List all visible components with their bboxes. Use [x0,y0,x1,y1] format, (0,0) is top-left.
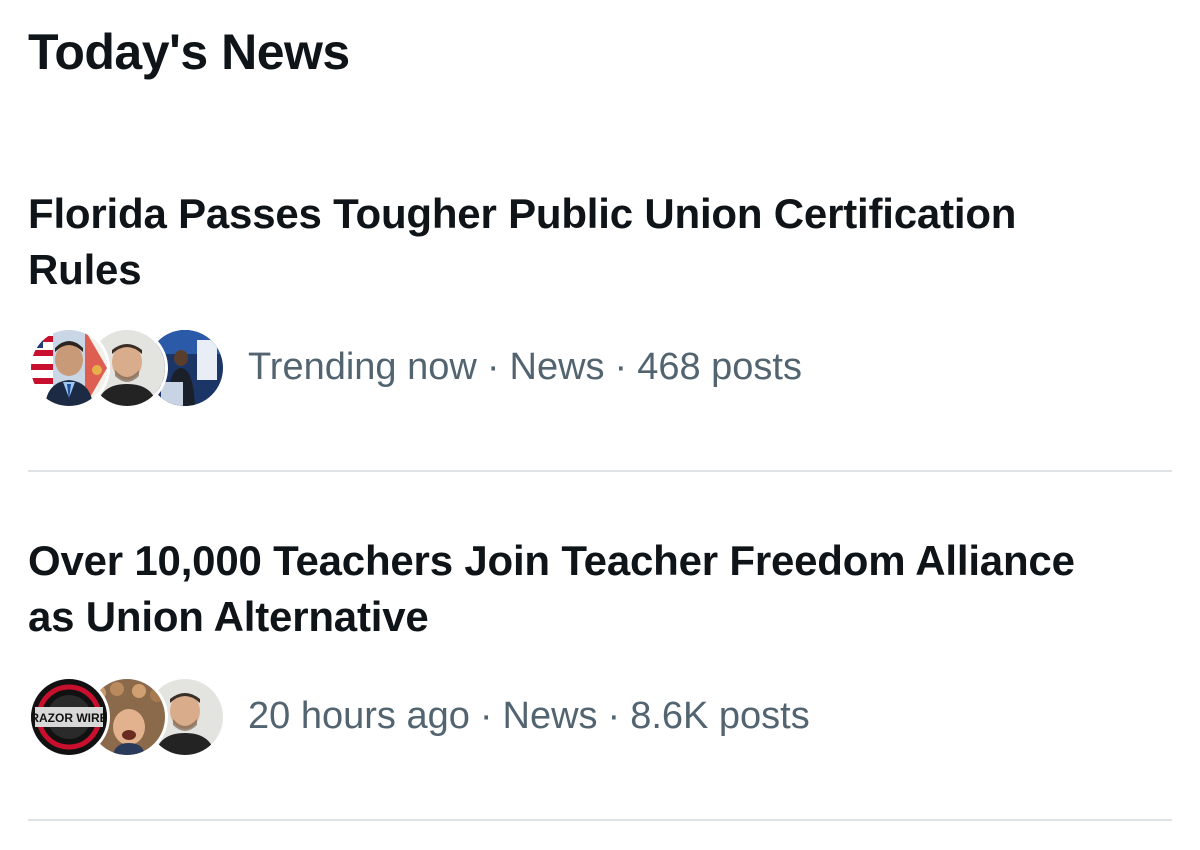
news-item[interactable]: Over 10,000 Teachers Join Teacher Freedo… [0,533,1200,821]
florida-official-avatar-icon [31,330,107,406]
avatar [28,327,110,409]
divider [28,819,1172,821]
news-category: News [502,695,598,737]
divider [28,470,1172,472]
news-time: 20 hours ago [248,695,470,737]
section-title: Today's News [28,24,350,80]
news-headline[interactable]: Florida Passes Tougher Public Union Cert… [28,186,1128,298]
avatar-stack [28,325,226,409]
news-meta-text: Trending now · News · 468 posts [248,345,802,389]
meta-separator: · [479,695,493,737]
razorwire-logo-text: RAZOR WIRE [31,711,107,725]
meta-separator: · [614,346,628,388]
avatar: RAZOR WIRE [28,676,110,758]
razorwire-logo-avatar-icon: RAZOR WIRE [31,679,107,755]
avatar-stack: RAZOR WIRE [28,674,226,758]
news-category: News [509,346,605,388]
news-post-count: 468 posts [637,346,802,388]
news-meta: RAZOR WIRE 20 hours ago · News · 8.6K po… [28,673,810,759]
news-item[interactable]: Florida Passes Tougher Public Union Cert… [0,186,1200,472]
news-meta-text: 20 hours ago · News · 8.6K posts [248,694,810,738]
meta-separator: · [607,695,621,737]
news-post-count: 8.6K posts [630,695,810,737]
news-meta: Trending now · News · 468 posts [28,324,802,410]
news-headline[interactable]: Over 10,000 Teachers Join Teacher Freedo… [28,533,1128,645]
news-time: Trending now [248,346,477,388]
meta-separator: · [486,346,500,388]
